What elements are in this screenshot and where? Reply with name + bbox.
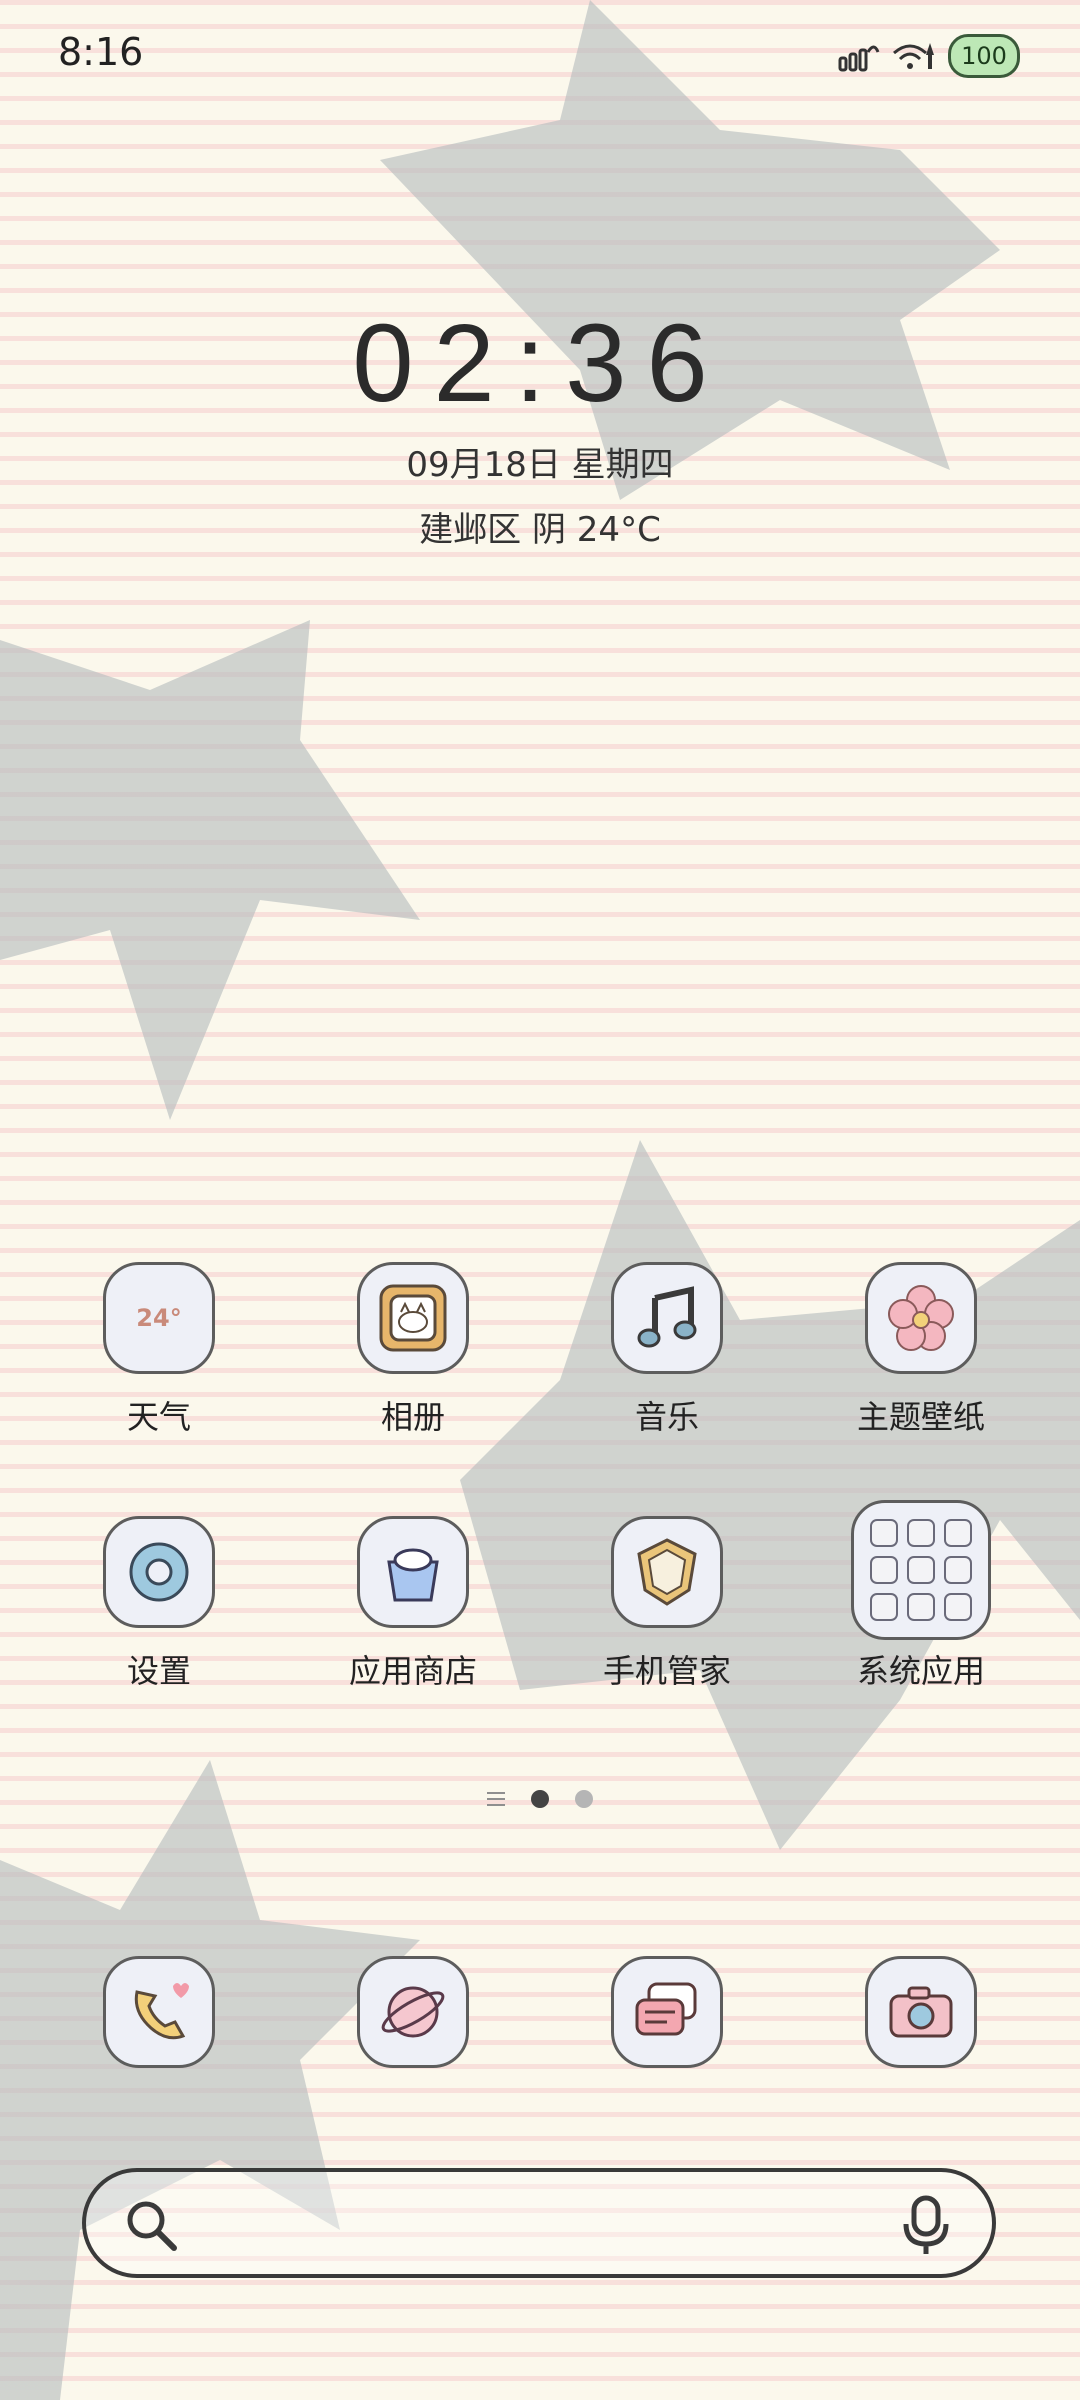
gear-icon (129, 1542, 189, 1602)
chat-bubble-icon (635, 1982, 697, 2036)
page-dot[interactable] (575, 1790, 593, 1808)
app-label: 相册 (380, 1398, 445, 1436)
flower-icon (888, 1285, 954, 1351)
clock-time: 02:36 (352, 302, 728, 425)
messages-icon[interactable] (611, 1956, 723, 2068)
app-settings[interactable]: 设置 (59, 1516, 259, 1692)
clock-widget[interactable]: 02:36 09月18日 星期四 建邺区 阴 24°C (0, 300, 1080, 551)
bag-icon (387, 1548, 439, 1602)
phone-manager-shield-icon[interactable] (611, 1516, 723, 1628)
dock-messages[interactable] (567, 1956, 767, 2068)
gallery-icon[interactable] (357, 1262, 469, 1374)
phone-icon[interactable] (103, 1956, 215, 2068)
app-music[interactable]: 音乐 (567, 1262, 767, 1438)
music-note-icon (637, 1286, 697, 1348)
dock-browser[interactable] (313, 1956, 513, 2068)
app-label: 主题壁纸 (856, 1398, 985, 1436)
wifi-icon (893, 43, 934, 69)
status-icons: 100 (838, 34, 1020, 78)
page-indicator[interactable] (0, 1790, 1080, 1808)
page-list-icon[interactable] (487, 1792, 505, 1806)
app-phone-manager[interactable]: 手机管家 (567, 1516, 767, 1692)
shield-icon (637, 1538, 697, 1606)
gallery-cat-icon (379, 1284, 447, 1352)
camera-body-icon (889, 1986, 953, 2038)
folder-grid-icon (870, 1519, 972, 1621)
app-folder-system[interactable]: 系统应用 (821, 1500, 1021, 1692)
app-label: 天气 (126, 1398, 191, 1436)
weather-icon[interactable]: 24° (103, 1262, 215, 1374)
app-store-bag-icon[interactable] (357, 1516, 469, 1628)
search-bar[interactable] (82, 2168, 996, 2278)
camera-icon[interactable] (865, 1956, 977, 2068)
microphone-icon[interactable] (896, 2194, 956, 2258)
app-label: 手机管家 (602, 1652, 731, 1690)
phone-handset-icon (134, 1983, 189, 2040)
app-weather[interactable]: 24° 天气 (59, 1262, 259, 1438)
app-themes[interactable]: 主题壁纸 (821, 1262, 1021, 1438)
settings-gear-icon[interactable] (103, 1516, 215, 1628)
browser-planet-icon[interactable] (357, 1956, 469, 2068)
app-label: 音乐 (634, 1398, 699, 1436)
app-label: 应用商店 (348, 1652, 477, 1690)
status-time: 8:16 (58, 30, 144, 74)
app-label: 设置 (126, 1652, 191, 1690)
search-icon[interactable] (122, 2196, 182, 2256)
app-store[interactable]: 应用商店 (313, 1516, 513, 1692)
page-dot-active[interactable] (531, 1790, 549, 1808)
theme-flower-icon[interactable] (865, 1262, 977, 1374)
dock-phone[interactable] (59, 1956, 259, 2068)
clock-date: 09月18日 星期四 (406, 445, 674, 485)
clock-weather: 建邺区 阴 24°C (419, 510, 661, 550)
dock-camera[interactable] (821, 1956, 1021, 2068)
app-gallery[interactable]: 相册 (313, 1262, 513, 1438)
status-bar: 8:16 100 (0, 0, 1080, 110)
app-label: 系统应用 (856, 1652, 985, 1690)
music-icon[interactable] (611, 1262, 723, 1374)
battery-indicator: 100 (948, 34, 1020, 78)
system-apps-folder-icon[interactable] (851, 1500, 991, 1640)
planet-icon (381, 1986, 445, 2038)
signal-icon (838, 45, 880, 72)
